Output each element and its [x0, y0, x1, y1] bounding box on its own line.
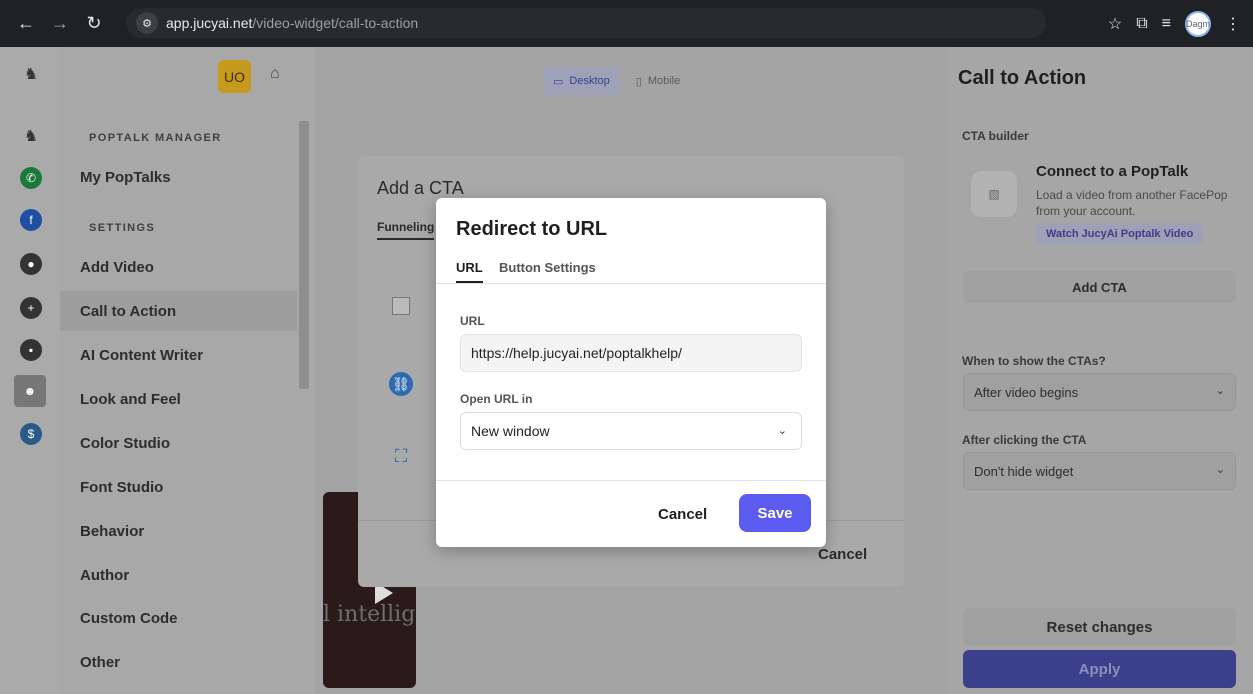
desktop-label: Desktop	[569, 75, 610, 87]
url-path: /video-widget/call-to-action	[252, 15, 419, 31]
sidebar-item-add-video[interactable]: Add Video	[60, 247, 297, 287]
sidebar-item-color-studio[interactable]: Color Studio	[60, 423, 297, 463]
url-host: app.jucyai.net	[166, 15, 253, 31]
reset-changes-button[interactable]: Reset changes	[963, 608, 1236, 646]
brand-logo-icon[interactable]: ♞	[20, 63, 42, 85]
add-cta-title: Add a CTA	[377, 178, 464, 198]
apply-button[interactable]: Apply	[963, 650, 1236, 688]
back-icon[interactable]: ←	[12, 9, 40, 37]
section-label-settings: SETTINGS	[89, 222, 156, 234]
panel-title: Call to Action	[958, 67, 1087, 89]
address-bar[interactable]: ⚙ app.jucyai.net/video-widget/call-to-ac…	[126, 8, 1046, 38]
after-clicking-select[interactable]: Don't hide widget ⌄	[963, 452, 1236, 490]
poptalk-logo-icon[interactable]: ♞	[20, 125, 42, 147]
icon-rail: ♞ ♞ ✆ f ● + ▪ ☻ $	[0, 47, 60, 694]
section-label-poptalk-manager: POPTALK MANAGER	[89, 132, 222, 144]
reload-icon[interactable]: ↻	[80, 9, 108, 37]
broken-image-icon: ▧	[988, 187, 1000, 201]
phone-icon: ▯	[635, 75, 642, 88]
add-cta-button[interactable]: Add CTA	[963, 271, 1236, 303]
mobile-label: Mobile	[647, 75, 681, 87]
home-icon[interactable]: ⌂	[270, 65, 280, 83]
forward-icon[interactable]: →	[46, 9, 74, 37]
chevron-down-icon: ⌄	[1215, 464, 1225, 476]
cancel-button[interactable]: Cancel	[658, 506, 707, 523]
chevron-down-icon: ⌄	[1215, 385, 1225, 397]
modal-footer-divider	[436, 480, 826, 481]
video-overlay-text: l intellige	[323, 602, 416, 627]
redirect-url-modal: Redirect to URL URL Button Settings URL …	[436, 198, 826, 547]
redirect-tabs: URL Button Settings	[436, 260, 826, 284]
when-to-show-select[interactable]: After video begins ⌄	[963, 373, 1236, 411]
right-panel: Call to Action CTA builder ▧ Connect to …	[946, 47, 1253, 694]
fullscreen-icon[interactable]: ⛶	[389, 444, 413, 468]
site-info-icon[interactable]: ⚙	[136, 12, 158, 34]
tab-button-settings[interactable]: Button Settings	[499, 260, 596, 281]
watch-video-link[interactable]: Watch JucyAi Poptalk Video	[1036, 223, 1204, 245]
add-app-icon[interactable]: +	[20, 297, 42, 319]
sidebar-item-custom-code[interactable]: Custom Code	[60, 598, 297, 638]
sidebar-item-call-to-action[interactable]: Call to Action	[60, 291, 297, 331]
extensions-icon[interactable]: ⧉	[1136, 15, 1147, 33]
device-toggle: ▭ Desktop ▯ Mobile	[543, 67, 690, 95]
when-to-show-value: After video begins	[974, 384, 1079, 400]
after-clicking-label: After clicking the CTA	[962, 433, 1087, 447]
poptalk-card-image: ▧	[971, 171, 1017, 217]
image-placeholder-icon[interactable]	[389, 294, 413, 318]
url-input[interactable]: https://help.jucyai.net/poptalkhelp/	[460, 334, 802, 372]
sidebar-scroll-thumb[interactable]	[299, 121, 309, 389]
open-url-label: Open URL in	[460, 392, 533, 406]
sidebar-item-ai-content-writer[interactable]: AI Content Writer	[60, 335, 297, 375]
sidebar-item-font-studio[interactable]: Font Studio	[60, 467, 297, 507]
monitor-icon: ▭	[553, 75, 564, 88]
mascot-app-icon[interactable]: ☻	[14, 375, 46, 407]
sidebar: UO ⌂ POPTALK MANAGER My PopTalks SETTING…	[60, 47, 315, 694]
after-clicking-value: Don't hide widget	[974, 463, 1074, 479]
url-label: URL	[460, 314, 485, 328]
chat-app-icon[interactable]: ▪	[20, 339, 42, 361]
profile-avatar[interactable]: Dagm	[1185, 10, 1211, 37]
user-app-icon[interactable]: ●	[20, 253, 42, 275]
chevron-down-icon: ⌄	[777, 425, 787, 437]
media-queue-icon[interactable]: ≡	[1162, 15, 1171, 33]
browser-menu-icon[interactable]: ⋮	[1225, 14, 1241, 34]
connect-poptalk-title: Connect to a PopTalk	[1036, 163, 1189, 180]
tab-url[interactable]: URL	[456, 260, 483, 283]
facebook-icon[interactable]: f	[20, 209, 42, 231]
browser-toolbar: ← → ↻ ⚙ app.jucyai.net/video-widget/call…	[0, 0, 1253, 47]
sidebar-header: UO ⌂	[60, 47, 315, 107]
save-button[interactable]: Save	[739, 494, 811, 532]
user-avatar[interactable]: UO	[218, 60, 251, 93]
connect-poptalk-desc: Load a video from another FacePop from y…	[1036, 188, 1228, 218]
sidebar-item-look-and-feel[interactable]: Look and Feel	[60, 379, 297, 419]
open-url-value: New window	[471, 423, 550, 439]
bookmark-star-icon[interactable]: ☆	[1108, 14, 1122, 34]
open-url-select[interactable]: New window ⌄	[460, 412, 802, 450]
cta-builder-label: CTA builder	[962, 129, 1029, 143]
link-icon[interactable]: ⛓	[389, 372, 413, 396]
sidebar-scrollbar[interactable]	[297, 109, 311, 694]
sidebar-item-author[interactable]: Author	[60, 555, 297, 595]
dollar-app-icon[interactable]: $	[20, 423, 42, 445]
sidebar-item-behavior[interactable]: Behavior	[60, 511, 297, 551]
when-to-show-label: When to show the CTAs?	[962, 354, 1106, 368]
whatsapp-icon[interactable]: ✆	[20, 167, 42, 189]
tab-funneling[interactable]: Funneling	[377, 220, 435, 240]
sidebar-item-other[interactable]: Other	[60, 642, 297, 682]
desktop-toggle-button[interactable]: ▭ Desktop	[543, 67, 620, 95]
redirect-url-title: Redirect to URL	[456, 218, 608, 240]
sidebar-item-my-poptalks[interactable]: My PopTalks	[60, 157, 297, 197]
mobile-toggle-button[interactable]: ▯ Mobile	[626, 67, 690, 95]
add-cta-cancel-button[interactable]: Cancel	[818, 546, 867, 563]
